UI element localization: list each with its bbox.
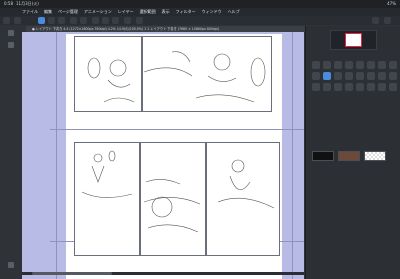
scroll-icon[interactable] [8,262,14,268]
invert-icon[interactable] [112,17,119,24]
menu-page[interactable]: ページ管理 [58,8,78,16]
line-icon[interactable] [334,83,342,91]
menu-window[interactable]: ウィンドウ [202,8,222,16]
canvas-area[interactable] [22,32,304,279]
navigator-thumbnail [345,33,362,47]
canvas-scrollbar[interactable] [22,272,304,275]
sketch-layer [81,51,275,233]
close-icon[interactable] [8,30,14,36]
navigator-preview[interactable] [330,30,377,50]
redo-icon[interactable] [58,17,65,24]
tool-palette [312,61,397,91]
balloon-icon[interactable] [367,72,375,80]
transparent-swatch[interactable] [364,151,386,161]
menu-list: ファイル 編集 ページ管理 アニメーション レイヤー 選択範囲 表示 フィルター… [22,8,240,16]
clear-icon[interactable] [70,17,77,24]
fill-icon[interactable] [378,61,386,69]
status-date: 11月3日(火) [16,1,39,6]
left-sidebar [0,26,22,279]
menu-filter[interactable]: フィルター [176,8,196,16]
brush-icon[interactable] [334,61,342,69]
battery-status: 47% [387,1,396,6]
move-icon[interactable] [323,72,331,80]
3d-icon[interactable] [378,83,386,91]
menu-view[interactable]: 表示 [162,8,170,16]
airbrush-icon[interactable] [345,61,353,69]
ruler-icon[interactable] [389,72,397,80]
hand-icon[interactable] [345,72,353,80]
sub-color-swatch[interactable] [338,151,360,161]
menu-animation[interactable]: アニメーション [84,8,112,16]
fill-icon[interactable] [124,17,131,24]
deselect-icon[interactable] [102,17,109,24]
main-color-swatch[interactable] [312,151,334,161]
zoom-icon[interactable] [334,72,342,80]
menu-edit[interactable]: 編集 [44,8,52,16]
pen-icon[interactable] [312,61,320,69]
decoration-icon[interactable] [367,83,375,91]
save-icon[interactable] [136,17,143,24]
menu-layer[interactable]: レイヤー [118,8,134,16]
figure-icon[interactable] [356,83,364,91]
eyedropper-icon[interactable] [312,83,320,91]
layer-icon[interactable] [8,42,14,48]
pencil-icon[interactable] [323,61,331,69]
account-icon[interactable] [384,17,391,24]
command-toolbar [0,16,400,25]
undo-icon[interactable] [48,17,55,24]
pen-icon[interactable] [38,17,45,24]
status-time: 0:58 [4,1,13,6]
status-bar: 0:58 11月3日(火) 47% [0,0,400,8]
menu-help[interactable]: ヘルプ [228,8,240,16]
menu-selection[interactable]: 選択範囲 [140,8,156,16]
gradient-icon[interactable] [389,61,397,69]
frame-icon[interactable] [378,72,386,80]
transform-icon[interactable] [80,17,87,24]
right-panel [305,26,400,279]
menu-icon[interactable] [14,17,21,24]
blend-icon[interactable] [367,61,375,69]
text-icon[interactable] [356,72,364,80]
shape-icon[interactable] [323,83,331,91]
scroll-thumb[interactable] [32,272,112,275]
document-tab-label: ● レイアウト 下書き 4.4 (1272×1800px 350dpi) 4.2… [32,27,220,31]
menu-file[interactable]: ファイル [22,8,38,16]
color-swatches [312,151,386,161]
settings-icon[interactable] [372,17,379,24]
operation-icon[interactable] [389,83,397,91]
eraser-icon[interactable] [356,61,364,69]
menu-bar: ファイル 編集 ページ管理 アニメーション レイヤー 選択範囲 表示 フィルター… [0,8,400,16]
lasso-icon[interactable] [312,72,320,80]
select-all-icon[interactable] [92,17,99,24]
correct-line-icon[interactable] [345,83,353,91]
home-icon[interactable] [3,17,10,24]
